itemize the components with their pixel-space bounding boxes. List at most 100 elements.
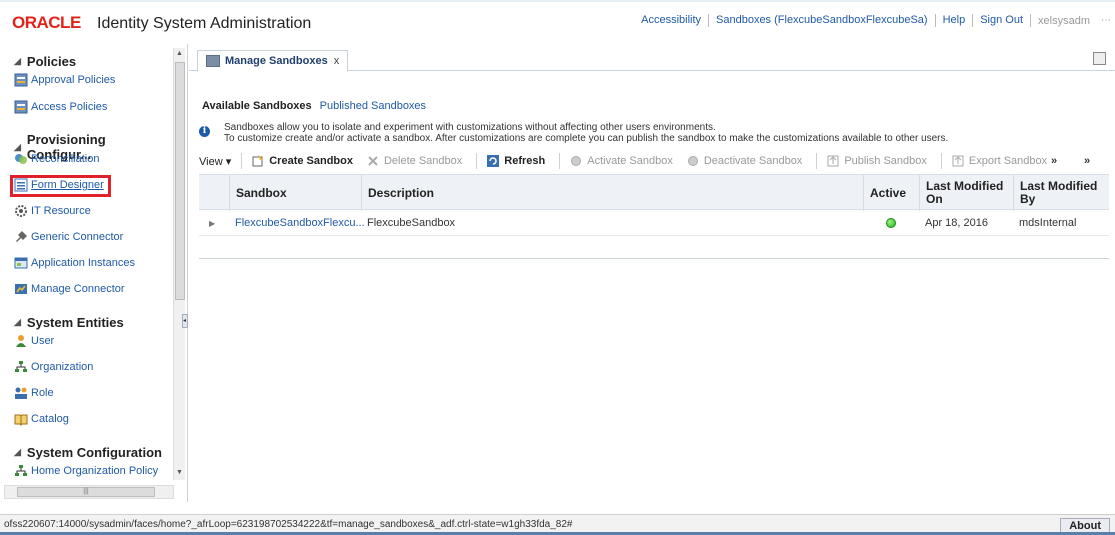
delete-icon xyxy=(367,155,379,167)
nav-item-role[interactable]: Role xyxy=(14,386,54,400)
sandbox-description: FlexcubeSandbox xyxy=(367,217,456,229)
toolbar-separator xyxy=(816,153,818,169)
nav-item-generic-connector[interactable]: Generic Connector xyxy=(14,230,123,244)
nav-item-it-resource[interactable]: IT Resource xyxy=(14,204,91,218)
export-sandbox-button[interactable]: Export Sandbox xyxy=(952,155,1047,167)
collapse-icon: ◢ xyxy=(14,56,21,66)
close-icon[interactable]: x xyxy=(334,55,340,67)
refresh-button[interactable]: Refresh xyxy=(487,155,545,167)
last-modified-by: mdsInternal xyxy=(1019,217,1077,229)
column-header-description[interactable]: Description xyxy=(361,175,863,211)
toolbar-separator xyxy=(476,153,478,169)
toolbar-separator xyxy=(559,153,561,169)
form-designer-highlight xyxy=(10,175,111,197)
scroll-down-icon[interactable]: ▼ xyxy=(176,469,183,476)
section-policies[interactable]: ◢ Policies xyxy=(14,54,76,69)
table-header: Sandbox Description Active Last Modified… xyxy=(199,174,1109,211)
oracle-logo: ORACLE xyxy=(12,13,81,32)
gear-icon xyxy=(14,204,28,218)
tab-bar: Manage Sandboxes x xyxy=(189,44,1115,72)
refresh-icon xyxy=(487,155,500,167)
info-line: To customize create and/or activate a sa… xyxy=(224,133,949,144)
connector-manage-icon xyxy=(14,282,28,296)
collapse-icon: ◢ xyxy=(14,141,21,152)
info-icon: i xyxy=(199,126,210,137)
help-link[interactable]: Help xyxy=(936,14,974,27)
overflow-icon[interactable]: » xyxy=(1084,155,1090,167)
deactivate-icon xyxy=(687,155,699,167)
navigation-panel: ◢ Policies Approval Policies Access Polic… xyxy=(0,44,188,502)
section-system-entities[interactable]: ◢ System Entities xyxy=(14,315,124,330)
more-icon[interactable]: ⋯ xyxy=(1097,15,1115,26)
deactivate-sandbox-button[interactable]: Deactivate Sandbox xyxy=(687,155,802,167)
organization-icon xyxy=(14,464,28,478)
scroll-thumb[interactable]: ||| xyxy=(17,487,155,497)
sign-out-link[interactable]: Sign Out xyxy=(973,14,1032,27)
overflow-icon[interactable]: » xyxy=(1051,155,1057,167)
scroll-up-icon[interactable]: ▲ xyxy=(176,50,183,57)
tab-published-sandboxes[interactable]: Published Sandboxes xyxy=(320,100,426,112)
connector-icon xyxy=(14,230,28,244)
table-row[interactable]: ▶ FlexcubeSandboxFlexcu... FlexcubeSandb… xyxy=(199,210,1109,236)
user-icon xyxy=(14,334,28,348)
create-icon xyxy=(252,155,264,167)
nav-item-manage-connector[interactable]: Manage Connector xyxy=(14,282,125,296)
sandboxes-link[interactable]: Sandboxes (FlexcubeSandboxFlexcubeSa) xyxy=(709,14,936,27)
nav-item-application-instances[interactable]: Application Instances xyxy=(14,256,135,270)
sandbox-subtabs: Available Sandboxes Published Sandboxes xyxy=(202,100,426,112)
application-icon xyxy=(14,256,28,270)
tab-available-sandboxes[interactable]: Available Sandboxes xyxy=(202,100,312,112)
policy-icon xyxy=(14,100,28,114)
expand-row-icon[interactable]: ▶ xyxy=(203,210,229,236)
policy-icon xyxy=(14,73,28,87)
organization-icon xyxy=(14,360,28,374)
active-status-icon xyxy=(886,218,896,228)
app-header: ORACLE Identity System Administration Ac… xyxy=(0,0,1115,44)
nav-item-user[interactable]: User xyxy=(14,334,54,348)
panel-splitter[interactable]: ◂ xyxy=(182,314,188,328)
nav-item-approval-policies[interactable]: Approval Policies xyxy=(14,73,115,87)
create-sandbox-button[interactable]: Create Sandbox xyxy=(252,155,353,167)
nav-item-catalog[interactable]: Catalog xyxy=(14,412,69,426)
sandbox-toolbar: View ▾ Create Sandbox Delete Sandbox Ref… xyxy=(199,150,1115,172)
publish-sandbox-button[interactable]: Publish Sandbox xyxy=(827,155,927,167)
main-content: Manage Sandboxes x Available Sandboxes P… xyxy=(189,44,1115,502)
maximize-icon[interactable] xyxy=(1093,52,1106,65)
collapse-icon: ◢ xyxy=(14,317,21,327)
collapse-icon: ◢ xyxy=(14,447,21,457)
sandbox-name-link[interactable]: FlexcubeSandboxFlexcu... xyxy=(229,210,365,236)
column-header-last-modified-by[interactable]: Last Modified By xyxy=(1013,175,1109,211)
current-user: xelsysadm xyxy=(1038,14,1090,27)
nav-item-organization[interactable]: Organization xyxy=(14,360,93,374)
scroll-thumb[interactable] xyxy=(175,62,185,300)
column-header-active[interactable]: Active xyxy=(863,175,919,211)
column-header-expand xyxy=(199,175,229,211)
publish-icon xyxy=(827,155,839,167)
column-header-sandbox[interactable]: Sandbox xyxy=(229,175,361,211)
active-status xyxy=(863,210,919,236)
reconciliation-icon xyxy=(14,152,28,166)
app-title: Identity System Administration xyxy=(97,15,312,32)
accessibility-link[interactable]: Accessibility xyxy=(634,14,710,27)
navigation-horizontal-scrollbar[interactable]: ||| xyxy=(4,485,174,499)
toolbar-separator xyxy=(241,153,243,169)
view-menu[interactable]: View ▾ xyxy=(199,155,231,168)
delete-sandbox-button[interactable]: Delete Sandbox xyxy=(367,155,462,167)
nav-item-reconciliation[interactable]: Reconciliation xyxy=(14,152,99,166)
column-header-last-modified-on[interactable]: Last Modified On xyxy=(919,175,1013,211)
last-modified-on: Apr 18, 2016 xyxy=(925,217,988,229)
activate-icon xyxy=(570,155,582,167)
navigation-tree: ◢ Policies Approval Policies Access Polic… xyxy=(0,44,172,482)
export-icon xyxy=(952,155,964,167)
toolbar-separator xyxy=(940,153,942,169)
role-icon xyxy=(14,386,28,400)
info-line: Sandboxes allow you to isolate and exper… xyxy=(224,122,716,133)
table-divider xyxy=(199,258,1109,259)
global-links: Accessibility Sandboxes (FlexcubeSandbox… xyxy=(634,14,1115,27)
nav-item-access-policies[interactable]: Access Policies xyxy=(14,100,107,114)
nav-item-home-organization-policy[interactable]: Home Organization Policy xyxy=(14,464,158,478)
navigation-vertical-scrollbar[interactable]: ▲ ▼ xyxy=(173,48,185,480)
section-system-configuration[interactable]: ◢ System Configuration xyxy=(14,445,162,460)
activate-sandbox-button[interactable]: Activate Sandbox xyxy=(570,155,673,167)
tab-manage-sandboxes[interactable]: Manage Sandboxes x xyxy=(197,50,349,72)
